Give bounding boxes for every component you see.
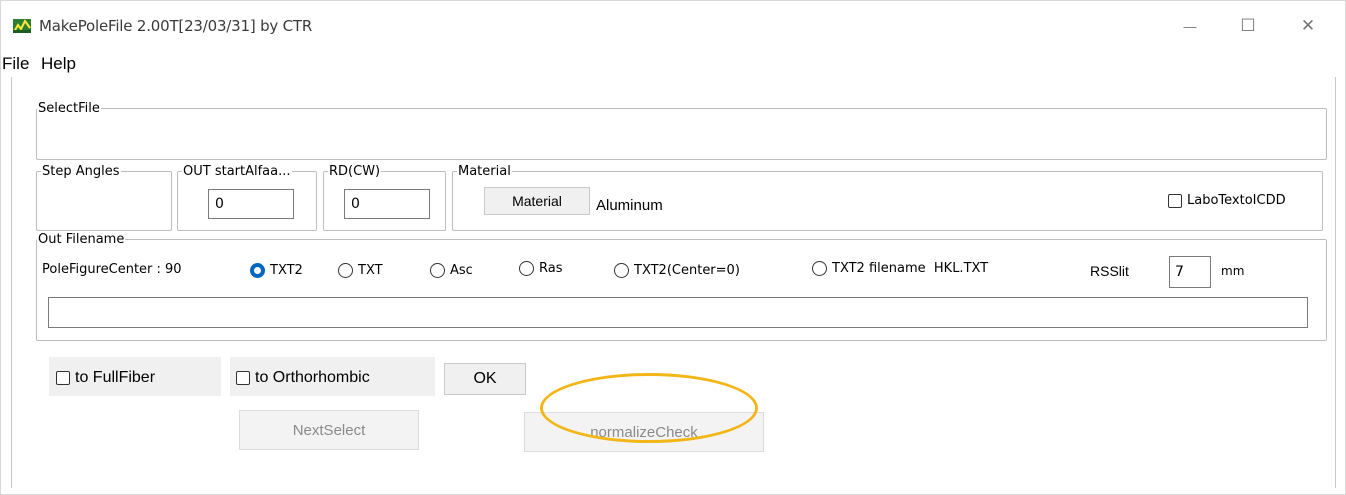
radio-asc[interactable]: Asc [430, 263, 473, 278]
step-angles-legend: Step Angles [42, 164, 120, 179]
orthorhombic-box[interactable] [236, 371, 250, 385]
maximize-button[interactable]: ☐ [1225, 11, 1271, 41]
out-start-alfa-input[interactable]: 0 [208, 189, 294, 219]
menu-help[interactable]: Help [41, 54, 76, 74]
material-legend: Material [458, 164, 511, 179]
close-button[interactable]: ✕ [1285, 11, 1331, 41]
full-fiber-label: to FullFiber [75, 369, 156, 386]
radio-txt2-center0[interactable]: TXT2(Center=0) [614, 263, 740, 278]
radio-txt-label: TXT [358, 263, 383, 278]
ok-button[interactable]: OK [444, 363, 526, 395]
rd-cw-input[interactable]: 0 [344, 189, 430, 219]
out-filename-input[interactable] [48, 297, 1308, 328]
window-title: MakePoleFile 2.00T[23/03/31] by CTR [39, 17, 313, 35]
material-value: Aluminum [596, 197, 663, 214]
radio-txt2[interactable]: TXT2 [250, 263, 303, 278]
minimize-button[interactable]: — [1167, 11, 1213, 41]
select-file-group: SelectFile [36, 102, 1327, 160]
orthorhombic-checkbox[interactable]: to Orthorhombic [236, 369, 370, 387]
radio-txt2-indicator[interactable] [250, 263, 265, 278]
radio-ras[interactable]: Ras [519, 261, 563, 276]
normalize-check-highlight [540, 373, 758, 443]
rd-cw-legend: RD(CW) [329, 164, 381, 179]
radio-asc-label: Asc [450, 263, 473, 278]
labo-texto-icdd-label: LaboTextoICDD [1187, 193, 1286, 208]
radio-txt2-filename-indicator[interactable] [812, 261, 827, 276]
full-fiber-checkbox[interactable]: to FullFiber [56, 369, 155, 387]
radio-ras-label: Ras [539, 261, 563, 276]
client-area: SelectFile Step Angles OUT startAlfaa...… [11, 77, 1336, 488]
step-angles-group: Step Angles [36, 165, 172, 231]
radio-txt2-label: TXT2 [270, 263, 303, 278]
radio-txt-indicator[interactable] [338, 263, 353, 278]
radio-txt2-center0-indicator[interactable] [614, 263, 629, 278]
full-fiber-box[interactable] [56, 371, 70, 385]
pole-figure-center-label: PoleFigureCenter : 90 [42, 262, 182, 277]
radio-txt[interactable]: TXT [338, 263, 383, 278]
radio-txt2-center0-label: TXT2(Center=0) [634, 263, 740, 278]
rsslit-label: RSSlit [1090, 263, 1129, 279]
app-icon [13, 19, 31, 33]
radio-asc-indicator[interactable] [430, 263, 445, 278]
labo-texto-icdd-box[interactable] [1168, 193, 1182, 208]
select-file-legend: SelectFile [38, 101, 100, 116]
rsslit-input[interactable]: 7 [1169, 256, 1211, 288]
labo-texto-icdd-checkbox[interactable]: LaboTextoICDD [1168, 193, 1286, 208]
out-start-alfa-legend: OUT startAlfaa... [183, 164, 291, 179]
rsslit-unit: mm [1221, 264, 1245, 278]
close-icon: ✕ [1300, 16, 1316, 35]
maximize-icon: ☐ [1240, 16, 1256, 35]
title-bar[interactable]: MakePoleFile 2.00T[23/03/31] by CTR — ☐ … [1, 1, 1345, 51]
next-select-button[interactable]: NextSelect [239, 410, 419, 450]
material-button[interactable]: Material [484, 187, 590, 215]
radio-txt2-filename[interactable]: TXT2 filename HKL.TXT [812, 261, 988, 276]
radio-ras-indicator[interactable] [519, 261, 534, 276]
orthorhombic-label: to Orthorhombic [255, 369, 370, 386]
menu-file[interactable]: File [2, 54, 29, 74]
radio-txt2-filename-label: TXT2 filename HKL.TXT [832, 261, 989, 276]
minimize-icon: — [1183, 18, 1197, 34]
menu-bar: File Help [1, 51, 1345, 75]
main-window: MakePoleFile 2.00T[23/03/31] by CTR — ☐ … [0, 0, 1346, 495]
out-filename-legend: Out Filename [38, 232, 125, 247]
